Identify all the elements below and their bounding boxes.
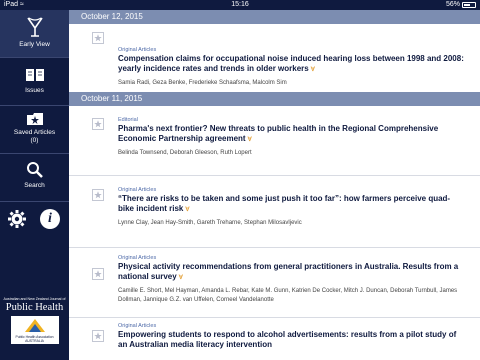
sidebar-item-label: Saved Articles (0) (13, 129, 56, 144)
article-card[interactable]: Editorial Pharma's next frontier? New th… (69, 106, 480, 176)
info-icon[interactable]: i (40, 209, 60, 229)
article-authors: Belinda Townsend, Deborah Gleeson, Ruth … (118, 150, 252, 156)
battery-percent: 56% (445, 1, 460, 8)
article-title[interactable]: “There are risks to be taken and some ju… (118, 194, 466, 215)
open-access-lock-icon: ∀ (247, 137, 252, 143)
sidebar-item-label: Search (24, 182, 45, 189)
pha-logo-text: Public Health Association AUSTRALIA (15, 335, 54, 343)
sidebar-tools: i (0, 206, 69, 236)
sidebar-item-saved-articles[interactable]: Saved Articles (0) (0, 106, 69, 154)
star-icon[interactable] (92, 330, 104, 342)
article-card[interactable]: Original Articles “There are risks to be… (69, 176, 480, 248)
article-category: Editorial (118, 117, 138, 123)
article-card[interactable]: Original Articles Empowering students to… (69, 318, 480, 360)
journal-brand: Australian and New Zealand Journal of Pu… (3, 297, 66, 344)
article-card[interactable]: Original Articles Physical activity reco… (69, 248, 480, 318)
status-time: 15:16 (231, 1, 249, 8)
journal-name: Public Health (5, 302, 64, 313)
sidebar-item-label: Issues (25, 87, 44, 94)
article-feed[interactable]: October 12, 2015 Original Articles Compe… (69, 10, 480, 360)
pha-logo: Public Health Association AUSTRALIA (10, 316, 59, 344)
open-access-lock-icon: ∀ (185, 207, 190, 213)
folder-star-icon (26, 113, 43, 125)
status-bar: iPad ≈ 15:16 56% (0, 0, 480, 10)
sidebar-item-label: Early View (19, 41, 50, 48)
article-category: Original Articles (118, 323, 157, 329)
star-icon[interactable] (92, 32, 104, 44)
pha-logo-mark (24, 319, 45, 332)
article-title[interactable]: Pharma's next frontier? New threats to p… (118, 124, 466, 145)
book-icon (25, 69, 44, 81)
star-icon[interactable] (92, 189, 104, 201)
battery-fill (464, 4, 470, 6)
star-icon[interactable] (92, 118, 104, 130)
gear-icon[interactable] (8, 210, 26, 228)
sidebar-item-search[interactable]: Search (0, 154, 69, 202)
star-icon[interactable] (92, 268, 104, 280)
open-access-lock-icon: ∀ (310, 67, 315, 73)
sidebar: Early View Issues Saved Articles (0) Sea… (0, 10, 69, 360)
article-authors: Camille E. Short, Mel Hayman, Amanda L. … (118, 288, 458, 303)
early-view-icon (26, 17, 43, 37)
sidebar-item-early-view[interactable]: Early View (0, 10, 69, 58)
date-header: October 12, 2015 (69, 10, 480, 24)
article-category: Original Articles (118, 187, 157, 193)
article-title[interactable]: Physical activity recommendations from g… (118, 262, 466, 283)
article-title[interactable]: Compensation claims for occupational noi… (118, 54, 466, 75)
article-category: Original Articles (118, 47, 157, 53)
date-header: October 11, 2015 (69, 92, 480, 106)
open-access-lock-icon: ∀ (178, 275, 183, 281)
article-title[interactable]: Empowering students to respond to alcoho… (118, 330, 466, 350)
article-authors: Lynne Clay, Jean Hay-Smith, Gareth Treha… (118, 220, 302, 226)
article-authors: Samia Radi, Geza Benke, Frederieke Schaa… (118, 80, 287, 86)
sidebar-item-issues[interactable]: Issues (0, 58, 69, 106)
article-category: Original Articles (118, 255, 157, 261)
battery-icon (462, 2, 476, 8)
magnifier-icon (26, 162, 43, 178)
